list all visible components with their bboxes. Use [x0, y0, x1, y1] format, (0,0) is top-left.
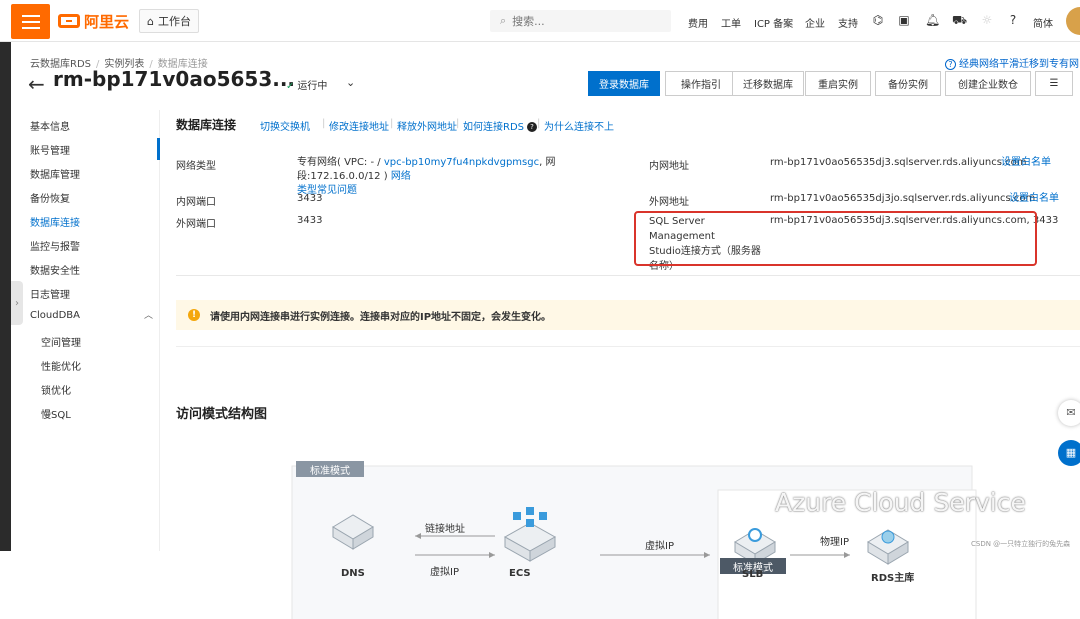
- chevron-up-icon[interactable]: ︿: [144, 308, 153, 321]
- sidebar-item-monitor[interactable]: 监控与报警: [30, 238, 80, 253]
- status-badge: ✓ 运行中: [286, 77, 327, 92]
- sidebar-subitem-lock[interactable]: 锁优化: [41, 382, 71, 397]
- release-public-link[interactable]: 释放外网地址: [397, 118, 457, 133]
- search-icon: ⌕: [500, 14, 507, 27]
- sidebar-item-connection[interactable]: 数据库连接: [30, 214, 80, 229]
- status-text: 运行中: [297, 81, 328, 92]
- list-icon: ☰: [1049, 78, 1059, 89]
- extranet-whitelist-link[interactable]: 设置白名单: [1009, 192, 1059, 206]
- restart-button[interactable]: 重启实例: [805, 71, 871, 96]
- question-icon: ?: [945, 59, 956, 70]
- search-box[interactable]: ⌕: [490, 10, 671, 32]
- top-bar: 阿里云 ⌂ 工作台 ⌕ 费用 工单 ICP 备案 企业 支持 ⌬ ▣ 🔔︎ ⛟ …: [0, 0, 1080, 42]
- main-page: 云数据库RDS / 实例列表 / 数据库连接 ← rm-bp171v0ao5653...…: [11, 42, 1080, 619]
- rds-label: RDS主库: [871, 573, 915, 584]
- intranet-whitelist-link[interactable]: 设置白名单: [1001, 156, 1051, 170]
- back-arrow-icon[interactable]: ←: [28, 72, 45, 96]
- search-input[interactable]: [512, 14, 653, 28]
- dns-label: DNS: [341, 568, 365, 579]
- diagram-title: 访问模式结构图: [176, 407, 268, 422]
- intranet-port-label: 内网端口: [176, 197, 216, 208]
- aliyun-logo-icon: [58, 14, 80, 28]
- sidebar-item-clouddba[interactable]: CloudDBA: [30, 310, 80, 321]
- warning-icon: !: [188, 309, 200, 321]
- watermark-text: Azure Cloud Service: [775, 488, 1026, 517]
- vpc-link[interactable]: vpc-bp10my7fu4npkdvgpmsgc: [384, 157, 539, 168]
- left-edge: [0, 42, 11, 551]
- section-title: 数据库连接: [176, 118, 237, 132]
- mode-tag-outer: 标准模式: [296, 461, 364, 477]
- language-switch[interactable]: 简体: [1033, 15, 1053, 30]
- more-button[interactable]: ☰: [1035, 71, 1073, 96]
- login-database-button[interactable]: 登录数据库: [588, 71, 660, 96]
- why-cannot-connect-link[interactable]: 为什么连接不上: [544, 118, 614, 133]
- extranet-port-value: 3433: [297, 215, 323, 226]
- migrate-button[interactable]: 迁移数据库: [732, 71, 804, 96]
- sidebar-item-backup[interactable]: 备份恢复: [30, 190, 70, 205]
- slb-label: SLB: [742, 569, 764, 580]
- sidebar-subitem-space[interactable]: 空间管理: [41, 334, 81, 349]
- sidebar: 基本信息 账号管理 数据库管理 备份恢复 数据库连接 监控与报警 数据安全性 日…: [11, 110, 160, 551]
- sidebar-item-accounts[interactable]: 账号管理: [30, 142, 70, 157]
- terminal-icon[interactable]: ▣: [897, 13, 911, 27]
- network-type-label: 网络类型: [176, 161, 216, 172]
- backup-button[interactable]: 备份实例: [875, 71, 941, 96]
- bell-icon[interactable]: 🔔︎: [925, 13, 940, 27]
- page-title: rm-bp171v0ao5653...: [53, 67, 296, 91]
- nav-support[interactable]: 支持: [838, 15, 858, 30]
- network-type-value: 专有网络( VPC: - / vpc-bp10my7fu4npkdvgpmsgc…: [297, 157, 556, 196]
- access-mode-diagram: 标准模式 标准模式 ECS DNS SLB RDS主库 链接地址 虚拟IP 虚拟…: [290, 457, 980, 619]
- intranet-port-value: 3433: [297, 193, 323, 204]
- divider: [176, 346, 1080, 347]
- switch-vswitch-link[interactable]: 切换交换机: [260, 118, 310, 133]
- edge-label-link-addr: 链接地址: [425, 524, 465, 535]
- home-icon: ⌂: [147, 14, 154, 28]
- nav-billing[interactable]: 费用: [688, 15, 708, 30]
- nav-ticket[interactable]: 工单: [721, 15, 741, 30]
- cloud-shell-icon[interactable]: ⌬: [871, 13, 885, 27]
- avatar[interactable]: [1066, 7, 1080, 35]
- extranet-port-label: 外网端口: [176, 219, 216, 230]
- highlight-box: [634, 211, 1037, 266]
- intranet-addr-value: rm-bp171v0ao56535dj3.sqlserver.rds.aliyu…: [770, 157, 1027, 168]
- sidebar-item-security[interactable]: 数据安全性: [30, 262, 80, 277]
- workbench-button[interactable]: ⌂ 工作台: [139, 9, 199, 33]
- diagram-svg: [291, 465, 977, 619]
- lightbulb-icon[interactable]: ☼: [980, 13, 994, 27]
- edge-label-vip-1: 虚拟IP: [430, 567, 459, 578]
- network-faq-link[interactable]: 网络: [391, 171, 411, 182]
- chevron-right-icon: ›: [15, 297, 19, 309]
- sidebar-item-basic[interactable]: 基本信息: [30, 118, 70, 133]
- csdn-credit: CSDN @一只特立独行的兔先森: [971, 540, 1071, 548]
- nav-icp[interactable]: ICP 备案: [754, 15, 793, 30]
- sidebar-subitem-performance[interactable]: 性能优化: [41, 358, 81, 373]
- divider: [176, 275, 1080, 276]
- nav-enterprise[interactable]: 企业: [805, 15, 825, 30]
- ecs-label: ECS: [509, 568, 531, 579]
- chevron-down-icon[interactable]: ⌄: [346, 76, 355, 89]
- help-icon[interactable]: ?: [1006, 13, 1020, 27]
- edge-label-physical-ip: 物理IP: [820, 537, 849, 548]
- chat-icon[interactable]: ✉: [1058, 400, 1080, 426]
- sidebar-active-indicator: [157, 138, 160, 160]
- extranet-addr-value: rm-bp171v0ao56535dj3jo.sqlserver.rds.ali…: [770, 193, 1036, 204]
- sidebar-toggle-handle[interactable]: ›: [11, 281, 23, 325]
- modify-address-link[interactable]: 修改连接地址: [329, 118, 389, 133]
- apps-grid-icon[interactable]: ▦: [1058, 440, 1080, 466]
- aliyun-logo[interactable]: 阿里云: [58, 11, 129, 31]
- guide-button[interactable]: 操作指引: [665, 71, 737, 96]
- question-icon: ?: [527, 122, 537, 132]
- check-icon: ✓: [286, 81, 295, 92]
- sidebar-item-logs[interactable]: 日志管理: [30, 286, 70, 301]
- how-to-connect-link[interactable]: 如何连接RDS?: [463, 118, 537, 133]
- extranet-addr-label: 外网地址: [649, 197, 689, 208]
- edge-label-vip-2: 虚拟IP: [645, 541, 674, 552]
- sidebar-item-databases[interactable]: 数据库管理: [30, 166, 80, 181]
- create-dw-button[interactable]: 创建企业数仓: [945, 71, 1031, 96]
- menu-button[interactable]: [11, 4, 50, 39]
- sidebar-subitem-slowsql[interactable]: 慢SQL: [41, 406, 71, 421]
- notice-banner: ! 请使用内网连接串进行实例连接。连接串对应的IP地址不固定，会发生变化。: [176, 300, 1080, 330]
- cart-icon[interactable]: ⛟: [952, 13, 967, 27]
- intranet-addr-label: 内网地址: [649, 161, 689, 172]
